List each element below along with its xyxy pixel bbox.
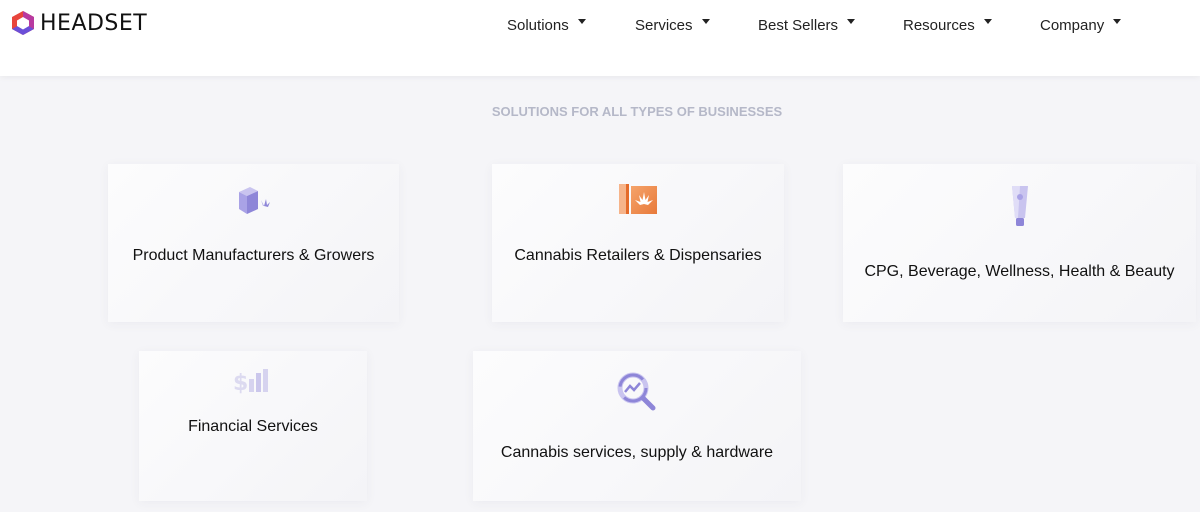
section-title: SOLUTIONS FOR ALL TYPES OF BUSINESSES bbox=[491, 104, 783, 119]
nav-services-label: Services bbox=[635, 16, 693, 34]
chevron-down-icon bbox=[1113, 19, 1122, 24]
store-leaf-icon bbox=[617, 180, 659, 223]
nav-solutions[interactable]: Solutions bbox=[507, 14, 586, 36]
nav-best-sellers[interactable]: Best Sellers bbox=[758, 14, 856, 36]
tube-icon bbox=[1009, 184, 1031, 233]
card-label: Financial Services bbox=[188, 418, 318, 435]
solution-card-retailers[interactable]: Cannabis Retailers & Dispensaries bbox=[492, 164, 784, 322]
chevron-down-icon bbox=[701, 19, 710, 24]
nav-company-label: Company bbox=[1040, 16, 1105, 34]
nav-services[interactable]: Services bbox=[635, 14, 710, 36]
nav-resources-label: Resources bbox=[903, 16, 975, 34]
headset-logo-icon bbox=[12, 11, 34, 35]
nav-resources[interactable]: Resources bbox=[903, 14, 992, 36]
logo-text: HEADSET bbox=[40, 10, 148, 36]
dollar-bars-icon: $ bbox=[233, 367, 273, 400]
solution-card-financial[interactable]: $ Financial Services bbox=[139, 351, 367, 501]
solution-card-manufacturers[interactable]: Product Manufacturers & Growers bbox=[108, 164, 399, 322]
svg-text:$: $ bbox=[233, 371, 248, 395]
card-label: Cannabis Retailers & Dispensaries bbox=[514, 247, 762, 264]
chevron-down-icon bbox=[983, 19, 992, 24]
headset-logo[interactable]: HEADSET bbox=[10, 9, 147, 37]
solution-card-services-supply[interactable]: Cannabis services, supply & hardware bbox=[473, 351, 801, 501]
magnifier-chart-icon bbox=[616, 371, 658, 418]
card-label: CPG, Beverage, Wellness, Health & Beauty bbox=[864, 263, 1175, 280]
solution-card-cpg[interactable]: CPG, Beverage, Wellness, Health & Beauty bbox=[843, 164, 1196, 322]
box-leaf-icon bbox=[236, 184, 272, 223]
chevron-down-icon bbox=[847, 19, 856, 24]
card-label: Product Manufacturers & Growers bbox=[132, 247, 375, 264]
card-label: Cannabis services, supply & hardware bbox=[500, 444, 774, 461]
nav-company[interactable]: Company bbox=[1040, 14, 1122, 36]
nav-solutions-label: Solutions bbox=[507, 16, 569, 34]
nav-best-sellers-label: Best Sellers bbox=[758, 16, 839, 34]
site-header: HEADSET Solutions Services Best Sellers … bbox=[0, 0, 1200, 76]
chevron-down-icon bbox=[577, 19, 586, 24]
